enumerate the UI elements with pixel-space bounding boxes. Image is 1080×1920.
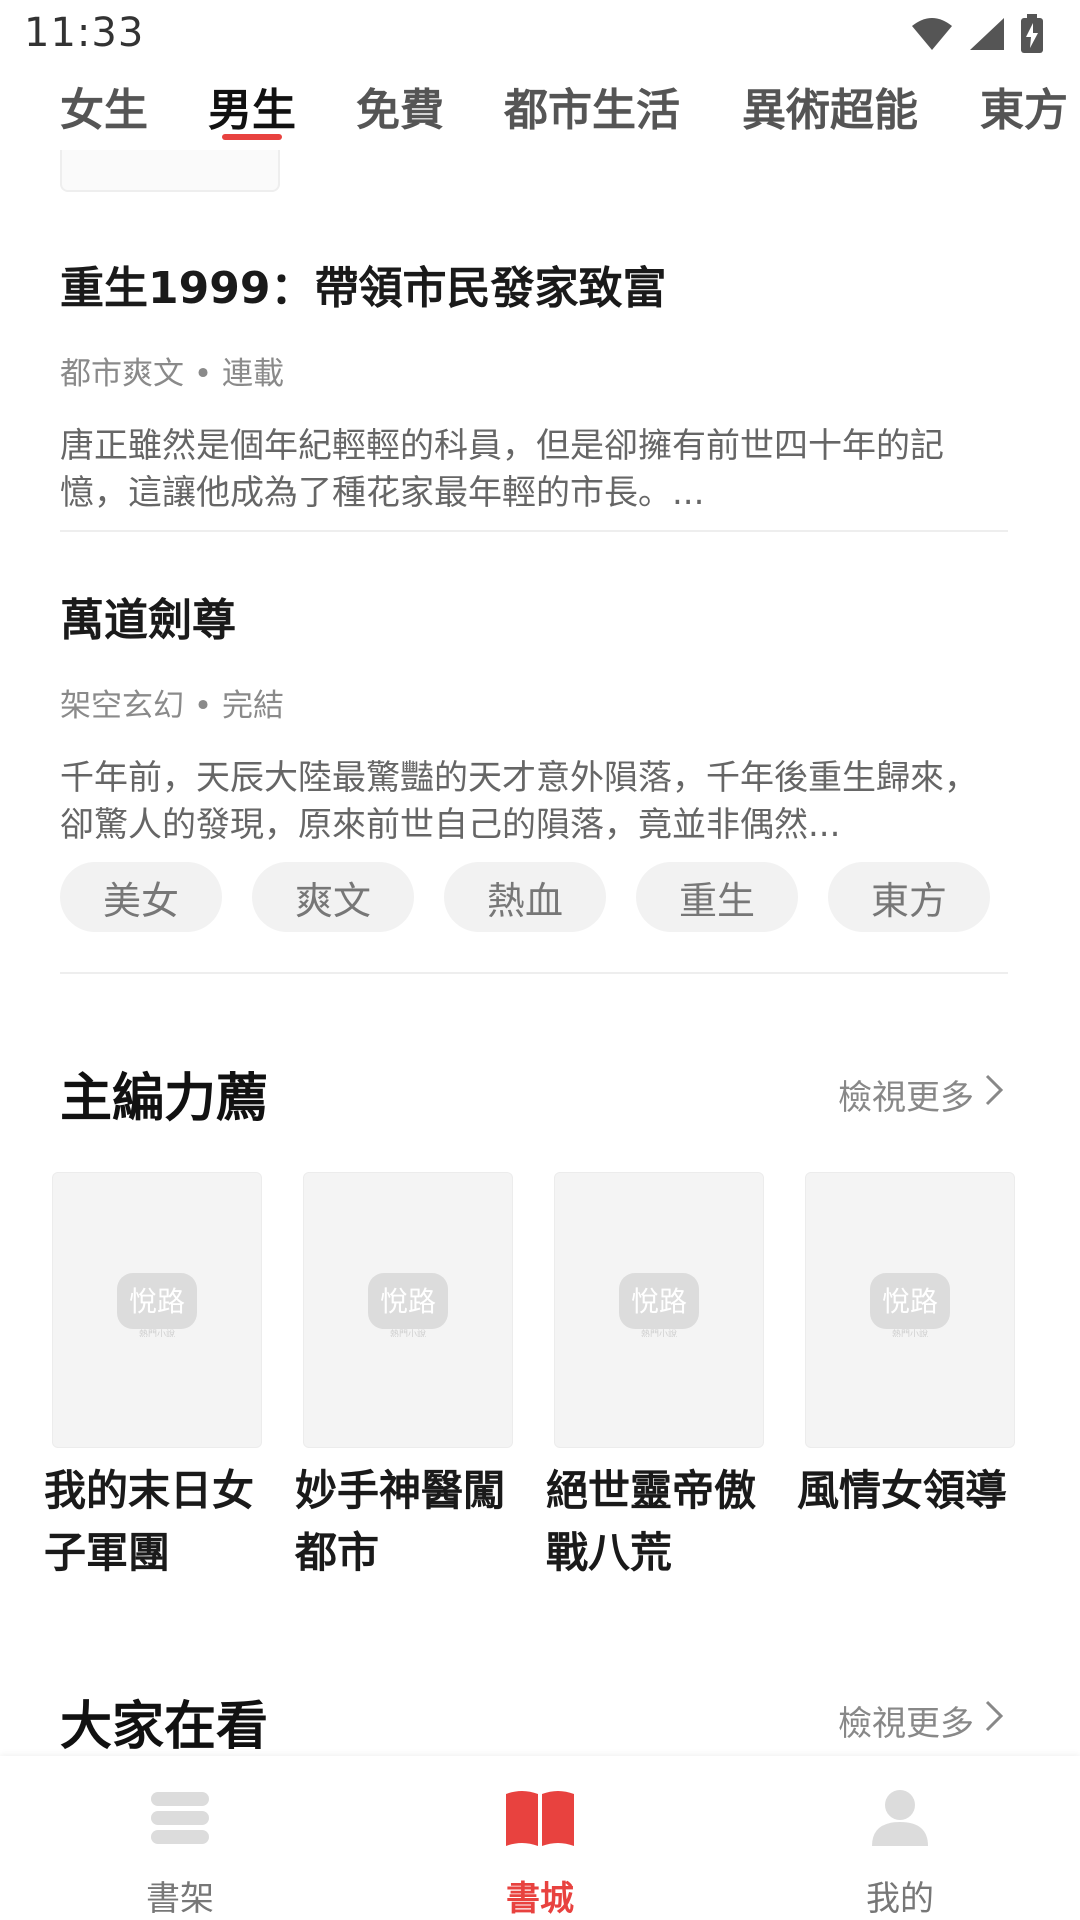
- book-tags: 美女 爽文 熱血 重生 東方: [60, 862, 990, 932]
- active-tab-indicator: [222, 134, 282, 140]
- tab-urban-life[interactable]: 都市生活: [504, 74, 680, 138]
- status-bar: 11:33: [0, 0, 1080, 70]
- open-book-icon: [504, 1786, 576, 1849]
- battery-charging-icon: [1020, 14, 1044, 58]
- book-card-title: 妙手神醫闖都市: [295, 1466, 506, 1577]
- nav-profile[interactable]: 我的: [800, 1756, 1000, 1920]
- nav-label: 書城: [506, 1879, 574, 1919]
- book-cover-placeholder: 悅路 熱門小說: [805, 1172, 1015, 1448]
- tab-free[interactable]: 免費: [356, 74, 444, 138]
- divider: [60, 972, 1008, 974]
- book-cover-partial[interactable]: [60, 150, 280, 192]
- category-tabs: 女生 男生 免費 都市生活 異術超能 東方: [0, 70, 1080, 150]
- book-item[interactable]: 重生1999：帶領市民發家致富 都市爽文 • 連載 唐正雖然是個年紀輕輕的科員，…: [60, 252, 1008, 517]
- bookshelf-icon: [147, 1786, 213, 1849]
- tab-supernatural[interactable]: 異術超能: [742, 74, 918, 138]
- user-icon: [870, 1786, 930, 1849]
- svg-text:悅路: 悅路: [631, 1285, 687, 1318]
- section-title-editor-picks: 主編力薦: [60, 1069, 269, 1129]
- tag-chip[interactable]: 重生: [636, 862, 798, 932]
- book-meta: 都市爽文 • 連載: [60, 356, 284, 392]
- book-card-title: 風情女領導: [797, 1466, 1008, 1515]
- book-card[interactable]: 悅路熱門小說 妙手神醫闖都市: [295, 1172, 513, 1584]
- book-description: 唐正雖然是個年紀輕輕的科員，但是卻擁有前世四十年的記憶，這讓他成為了種花家最年輕…: [60, 426, 944, 513]
- book-cover-placeholder: 悅路 熱門小說: [303, 1172, 513, 1448]
- nav-label: 書架: [146, 1879, 214, 1919]
- app-logo-icon: 悅路熱門小說: [117, 1273, 197, 1337]
- nav-bookstore[interactable]: 書城: [440, 1756, 640, 1920]
- tab-female[interactable]: 女生: [60, 74, 148, 138]
- book-card-title: 我的末日女子軍團: [44, 1466, 255, 1577]
- view-more-link[interactable]: 檢視更多: [838, 1070, 1004, 1119]
- book-card[interactable]: 悅路熱門小說 風情女領導: [797, 1172, 1015, 1584]
- book-title: 萬道劍尊: [60, 595, 236, 646]
- editor-picks-list: 悅路熱門小說 我的末日女子軍團 悅路熱門小說 妙手神醫闖都市 悅路熱門小說 絕世…: [44, 1172, 1015, 1584]
- nav-label: 我的: [866, 1879, 934, 1919]
- book-description: 千年前，天辰大陸最驚豔的天才意外隕落，千年後重生歸來，卻驚人的發現，原來前世自己…: [60, 758, 978, 845]
- bottom-navigation: 書架 書城 我的: [0, 1756, 1080, 1920]
- tab-male[interactable]: 男生: [208, 74, 296, 138]
- view-more-label: 檢視更多: [838, 1704, 974, 1744]
- nav-bookshelf[interactable]: 書架: [80, 1756, 280, 1920]
- app-logo-icon: 悅路熱門小說: [619, 1273, 699, 1337]
- status-icons: [910, 14, 1044, 58]
- book-card[interactable]: 悅路熱門小說 絕世靈帝傲戰八荒: [546, 1172, 764, 1584]
- book-title: 重生1999：帶領市民發家致富: [60, 263, 667, 314]
- tag-chip[interactable]: 美女: [60, 862, 222, 932]
- svg-text:熱門小說: 熱門小說: [641, 1328, 677, 1337]
- cell-signal-icon: [968, 16, 1006, 56]
- section-title-everyone-watching: 大家在看: [60, 1697, 269, 1757]
- status-time: 11:33: [24, 10, 145, 56]
- divider: [60, 530, 1008, 532]
- svg-text:熱門小說: 熱門小說: [139, 1328, 175, 1337]
- book-item[interactable]: 萬道劍尊 架空玄幻 • 完結 千年前，天辰大陸最驚豔的天才意外隕落，千年後重生歸…: [60, 584, 1008, 849]
- chevron-right-icon: [984, 1699, 1004, 1742]
- svg-text:悅路: 悅路: [882, 1285, 938, 1318]
- tag-chip[interactable]: 東方: [828, 862, 990, 932]
- wifi-icon: [910, 16, 954, 56]
- tab-eastern[interactable]: 東方: [980, 74, 1068, 138]
- svg-text:熱門小說: 熱門小說: [390, 1328, 426, 1337]
- view-more-label: 檢視更多: [838, 1078, 974, 1118]
- tag-chip[interactable]: 熱血: [444, 862, 606, 932]
- svg-text:熱門小說: 熱門小說: [892, 1328, 928, 1337]
- chevron-right-icon: [984, 1073, 1004, 1116]
- book-cover-placeholder: 悅路 熱門小說: [52, 1172, 262, 1448]
- svg-text:悅路: 悅路: [380, 1285, 436, 1318]
- book-cover-placeholder: 悅路 熱門小說: [554, 1172, 764, 1448]
- svg-text:悅路: 悅路: [129, 1285, 185, 1318]
- app-logo-icon: 悅路熱門小說: [870, 1273, 950, 1337]
- view-more-link[interactable]: 檢視更多: [838, 1696, 1004, 1745]
- tag-chip[interactable]: 爽文: [252, 862, 414, 932]
- book-card-title: 絕世靈帝傲戰八荒: [546, 1466, 757, 1577]
- book-meta: 架空玄幻 • 完結: [60, 688, 284, 724]
- book-card[interactable]: 悅路熱門小說 我的末日女子軍團: [44, 1172, 262, 1584]
- app-logo-icon: 悅路熱門小說: [368, 1273, 448, 1337]
